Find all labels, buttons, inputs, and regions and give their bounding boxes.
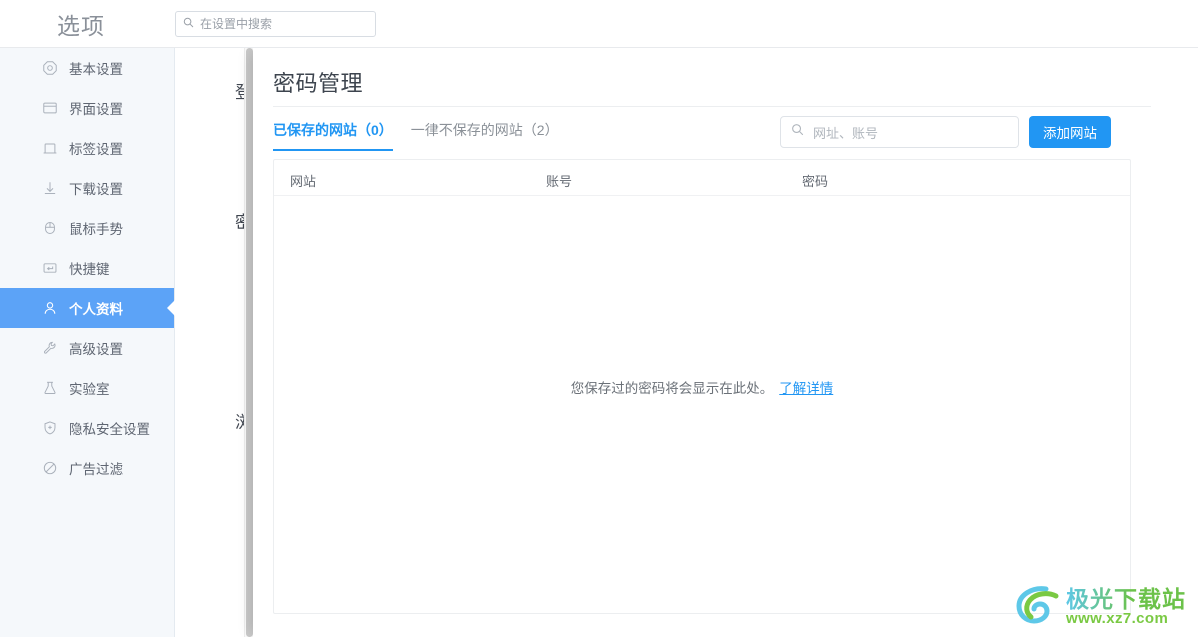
passwords-table: 网站 账号 密码 您保存过的密码将会显示在此处。 了解详情 [273, 159, 1131, 614]
tab-never-saved-sites[interactable]: 一律不保存的网站（2） [411, 120, 559, 149]
password-manager-panel: 密码管理 已保存的网站（0） 一律不保存的网站（2） 网址、账号 添加网站 网站… [253, 48, 1198, 637]
sidebar-item-interface-settings[interactable]: 界面设置 [0, 88, 174, 128]
sidebar-item-label: 下载设置 [69, 182, 123, 197]
global-search-placeholder: 在设置中搜索 [200, 17, 273, 31]
title-divider [273, 106, 1151, 107]
search-icon [791, 123, 804, 141]
search-icon [183, 15, 194, 33]
sidebar-item-label: 广告过滤 [69, 462, 123, 477]
window-icon [41, 100, 58, 117]
tab-icon [41, 140, 58, 157]
sidebar-item-ad-filter[interactable]: 广告过滤 [0, 448, 174, 488]
learn-more-link[interactable]: 了解详情 [779, 377, 833, 397]
flask-icon [41, 380, 58, 397]
sidebar-item-label: 标签设置 [69, 142, 123, 157]
shield-plus-icon [41, 420, 58, 437]
content-area: 登录信息 密码管理 浏览数据 密码管理 已保存的网站（0） 一律不保存的网站（2… [176, 48, 1198, 637]
sidebar-item-label: 隐私安全设置 [69, 422, 150, 437]
sidebar: 基本设置 界面设置 标签设置 下载设置 鼠标手势 快捷键 个人资料 高级设置 实… [0, 48, 175, 637]
gear-octagon-icon [41, 60, 58, 77]
sidebar-item-label: 个人资料 [69, 302, 123, 317]
sidebar-item-label: 基本设置 [69, 62, 123, 77]
sidebar-item-label: 鼠标手势 [69, 222, 123, 237]
user-icon [41, 300, 58, 317]
sidebar-item-privacy-security[interactable]: 隐私安全设置 [0, 408, 174, 448]
sidebar-item-personal-profile[interactable]: 个人资料 [0, 288, 175, 328]
sidebar-item-download-settings[interactable]: 下载设置 [0, 168, 174, 208]
empty-state-text: 您保存过的密码将会显示在此处。 [570, 380, 774, 396]
mouse-icon [41, 220, 58, 237]
keyboard-key-icon [41, 260, 58, 277]
tab-saved-sites[interactable]: 已保存的网站（0） [273, 120, 393, 151]
sidebar-item-label: 实验室 [69, 382, 110, 397]
sidebar-item-shortcuts[interactable]: 快捷键 [0, 248, 174, 288]
sidebar-item-label: 界面设置 [69, 102, 123, 117]
app-title: 选项 [57, 12, 105, 39]
panel-tabs: 已保存的网站（0） 一律不保存的网站（2） [273, 120, 559, 151]
page-title: 密码管理 [273, 71, 364, 96]
sidebar-item-advanced-settings[interactable]: 高级设置 [0, 328, 174, 368]
sidebar-item-tab-settings[interactable]: 标签设置 [0, 128, 174, 168]
block-circle-icon [41, 460, 58, 477]
sidebar-item-lab[interactable]: 实验室 [0, 368, 174, 408]
global-search-box[interactable]: 在设置中搜索 [175, 11, 376, 37]
sidebar-item-mouse-gestures[interactable]: 鼠标手势 [0, 208, 174, 248]
active-pointer-icon [167, 300, 175, 316]
sidebar-item-basic-settings[interactable]: 基本设置 [0, 48, 174, 88]
sidebar-item-label: 快捷键 [69, 262, 110, 277]
add-site-button[interactable]: 添加网站 [1029, 116, 1111, 148]
sidebar-item-label: 高级设置 [69, 342, 123, 357]
scrollbar-thumb[interactable] [246, 48, 253, 637]
download-arrow-icon [41, 180, 58, 197]
panel-search-box[interactable]: 网址、账号 [780, 116, 1019, 148]
empty-state: 您保存过的密码将会显示在此处。 了解详情 [274, 160, 1130, 613]
wrench-icon [41, 340, 58, 357]
topbar: 选项 在设置中搜索 [0, 0, 1198, 48]
panel-search-placeholder: 网址、账号 [813, 125, 879, 141]
